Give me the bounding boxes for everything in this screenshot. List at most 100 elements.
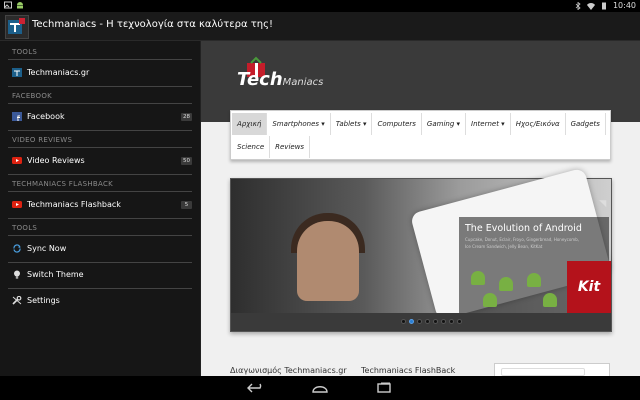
android-icon	[471, 271, 485, 285]
slide-title: The Evolution of Android	[465, 223, 582, 234]
android-icon	[527, 273, 541, 287]
drawer-item-label: Video Reviews	[27, 156, 85, 165]
android-icon	[483, 293, 497, 307]
nav-item-label: Science	[237, 143, 265, 151]
lightbulb-icon	[14, 270, 20, 279]
nav-item-computers[interactable]: Computers	[372, 113, 422, 135]
drawer-item-video-reviews[interactable]: Video Reviews 50	[8, 150, 192, 172]
divider	[8, 59, 192, 60]
divider	[8, 147, 192, 148]
nav-item-label: Ηχος/Εικόνα	[515, 120, 560, 128]
drawer-item-flashback[interactable]: Techmaniacs Flashback 5	[8, 194, 192, 216]
count-badge: 50	[181, 157, 192, 165]
nav-item-reviews[interactable]: Reviews	[270, 136, 311, 158]
slider-dot[interactable]	[417, 319, 422, 324]
nav-item-ηχος-εικ-να[interactable]: Ηχος/Εικόνα	[511, 113, 566, 135]
facebook-icon	[12, 112, 22, 121]
wrench-icon	[12, 296, 22, 305]
slider-pagination-bar	[231, 313, 611, 331]
kitkat-promo: Kit	[567, 261, 611, 313]
nav-item-gadgets[interactable]: Gadgets	[566, 113, 606, 135]
divider	[8, 86, 192, 87]
nav-item-internet[interactable]: Internet ▾	[466, 113, 511, 135]
android-icon	[499, 277, 513, 291]
section-header-facebook: FACEBOOK	[12, 92, 53, 100]
drawer-item-label: Settings	[27, 296, 60, 305]
nav-item-tablets[interactable]: Tablets ▾	[331, 113, 373, 135]
drawer-item-label: Sync Now	[27, 244, 67, 253]
divider	[8, 235, 192, 236]
android-icon	[17, 2, 23, 9]
slide-person	[297, 221, 359, 301]
chevron-down-icon: ▾	[454, 120, 461, 128]
nav-item-label: Αρχική	[237, 120, 262, 128]
article-title-contest[interactable]: Διαγωνισμός Techmaniacs.gr	[230, 366, 347, 375]
logo-text: Tech	[237, 69, 283, 90]
nav-item-αρχικ-[interactable]: Αρχική	[232, 113, 268, 135]
system-nav-bar	[0, 376, 640, 400]
web-content[interactable]: TechManiacs Αρχική Smartphones ▾ Tablets ▾…	[201, 41, 640, 376]
chevron-down-icon: ▾	[319, 120, 325, 128]
divider	[8, 288, 192, 289]
slider-dot[interactable]	[425, 319, 430, 324]
navigation-drawer: TOOLS Techmaniacs.gr FACEBOOK Facebook 2…	[0, 41, 201, 376]
nav-item-label: Gaming	[426, 120, 455, 128]
action-bar: Techmaniacs - Η τεχνολογία στα καλύτερα …	[0, 12, 640, 41]
section-header-tools: TOOLS	[12, 48, 38, 56]
slider-dot[interactable]	[449, 319, 454, 324]
nav-item-science[interactable]: Science	[232, 136, 271, 158]
bluetooth-icon	[575, 1, 581, 10]
nav-item-label: Computers	[377, 120, 416, 128]
count-badge: 28	[181, 113, 192, 121]
nav-item-gaming[interactable]: Gaming ▾	[422, 113, 467, 135]
image-icon	[4, 1, 12, 9]
drawer-item-facebook[interactable]: Facebook 28	[8, 106, 192, 128]
android-icon	[543, 293, 557, 307]
nav-row: Science Reviews	[232, 136, 311, 158]
divider	[8, 130, 192, 131]
section-header-video-reviews: VIDEO REVIEWS	[12, 136, 73, 144]
drawer-item-techmaniacs[interactable]: Techmaniacs.gr	[8, 62, 192, 84]
slider-dot[interactable]	[401, 319, 406, 324]
slider-dots	[401, 319, 462, 324]
logo-suffix: Maniacs	[282, 77, 324, 88]
site-nav-menu: Αρχική Smartphones ▾ Tablets ▾ Computers Gam…	[230, 110, 611, 160]
drawer-item-settings[interactable]: Settings	[8, 290, 192, 312]
slider-dot[interactable]	[441, 319, 446, 324]
divider	[8, 262, 192, 263]
nav-item-label: Gadgets	[570, 120, 600, 128]
drawer-item-label: Techmaniacs.gr	[27, 68, 90, 77]
back-icon[interactable]	[247, 382, 265, 394]
home-icon[interactable]	[311, 382, 329, 394]
chevron-down-icon: ▾	[360, 120, 367, 128]
nav-item-label: Tablets	[335, 120, 361, 128]
section-header-tools: TOOLS	[12, 224, 38, 232]
section-header-flashback: TECHMANIACS FLASHBACK	[12, 180, 114, 188]
slider-dot[interactable]	[457, 319, 462, 324]
app-logo-icon[interactable]	[5, 15, 29, 39]
recents-icon[interactable]	[375, 382, 393, 394]
drawer-item-switch-theme[interactable]: Switch Theme	[8, 264, 192, 286]
sync-icon	[13, 244, 21, 253]
sidebar-widget	[494, 363, 610, 376]
youtube-icon	[12, 157, 22, 164]
drawer-item-label: Facebook	[27, 112, 65, 121]
nav-item-label: Internet	[471, 120, 499, 128]
drawer-item-sync-now[interactable]: Sync Now	[8, 238, 192, 260]
divider	[8, 218, 192, 219]
nav-row: Αρχική Smartphones ▾ Tablets ▾ Computers Gam…	[232, 113, 606, 135]
slider-dot[interactable]	[433, 319, 438, 324]
site-logo[interactable]: TechManiacs	[237, 69, 323, 90]
nav-item-label: Reviews	[275, 143, 305, 151]
nav-item-smartphones[interactable]: Smartphones ▾	[267, 113, 331, 135]
slider-dot[interactable]	[409, 319, 414, 324]
divider	[8, 103, 192, 104]
featured-slider[interactable]: The Evolution of Android Cupcake, Donut,…	[230, 167, 613, 332]
search-input[interactable]	[501, 368, 585, 376]
techmaniacs-icon	[12, 68, 22, 77]
divider	[8, 191, 192, 192]
slide-subtitle: Cupcake, Donut, Eclair, Froyo, Gingerbre…	[465, 237, 580, 242]
app-title: Techmaniacs - Η τεχνολογία στα καλύτερα …	[32, 19, 273, 30]
article-title-flashback[interactable]: Techmaniacs FlashBack	[361, 366, 455, 375]
wifi-icon	[586, 2, 595, 10]
